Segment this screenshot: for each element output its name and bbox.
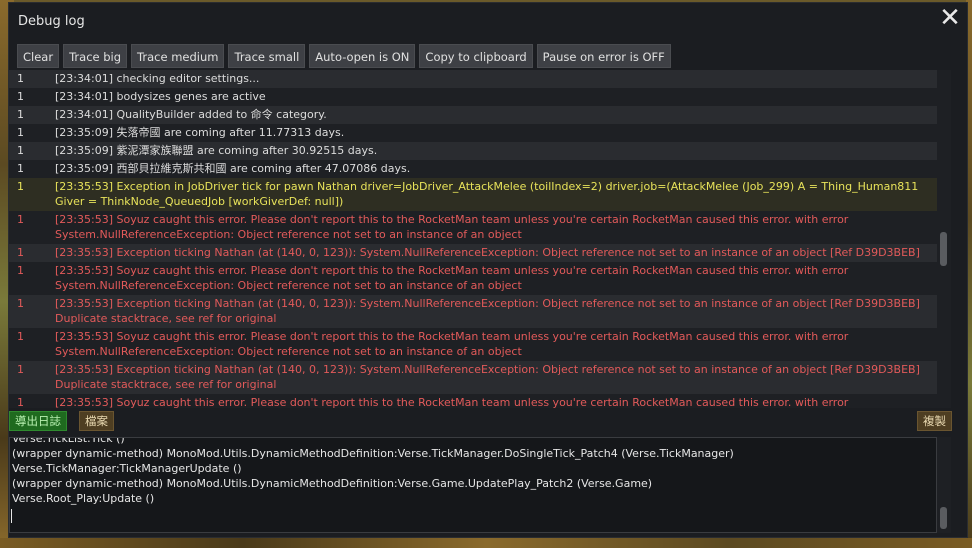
log-row[interactable]: 1 [23:34:01] QualityBuilder added to 命令 …: [9, 106, 937, 124]
log-count: 1: [17, 90, 24, 103]
stacktrace-line: (wrapper dynamic-method) MonoMod.Utils.D…: [12, 447, 734, 460]
log-row[interactable]: 1 [23:35:09] 西部貝拉維克斯共和國 are coming after…: [9, 160, 937, 178]
trace-small-button[interactable]: Trace small: [228, 44, 306, 68]
log-row[interactable]: 1 [23:34:01] bodysizes genes are active: [9, 88, 937, 106]
copy-button[interactable]: 複製: [917, 411, 952, 431]
log-count: 1: [17, 246, 24, 259]
file-button[interactable]: 檔案: [79, 411, 114, 431]
log-count: 1: [17, 264, 24, 277]
stacktrace-scrollbar-thumb[interactable]: [940, 507, 947, 529]
log-count: 1: [17, 180, 24, 193]
log-row[interactable]: 1 [23:35:53] Exception ticking Nathan (a…: [9, 361, 937, 394]
log-message: [23:35:09] 西部貝拉維克斯共和國 are coming after 4…: [55, 162, 411, 175]
action-bar: 導出日誌 檔案 複製: [9, 411, 952, 431]
log-message: [23:35:53] Exception ticking Nathan (at …: [55, 297, 920, 325]
log-message: [23:34:01] QualityBuilder added to 命令 ca…: [55, 108, 327, 121]
text-caret: [11, 509, 12, 523]
log-message: [23:34:01] bodysizes genes are active: [55, 90, 266, 103]
log-message: [23:35:53] Exception ticking Nathan (at …: [55, 246, 920, 259]
log-message: [23:35:09] 失落帝國 are coming after 11.7731…: [55, 126, 345, 139]
log-row[interactable]: 1 [23:35:53] Soyuz caught this error. Pl…: [9, 394, 937, 408]
log-message: [23:35:53] Exception in JobDriver tick f…: [55, 180, 919, 208]
log-count: 1: [17, 330, 24, 343]
log-count: 1: [17, 144, 24, 157]
window-title: Debug log: [18, 14, 85, 29]
log-message: [23:34:01] checking editor settings...: [55, 72, 260, 85]
log-row[interactable]: 1 [23:35:53] Soyuz caught this error. Pl…: [9, 328, 937, 361]
log-row[interactable]: 1 [23:35:53] Exception ticking Nathan (a…: [9, 295, 937, 328]
auto-open-toggle-button[interactable]: Auto-open is ON: [309, 44, 416, 68]
log-count: 1: [17, 297, 24, 310]
log-count: 1: [17, 126, 24, 139]
log-row-selected[interactable]: 1 [23:35:53] Exception in JobDriver tick…: [9, 178, 937, 211]
stacktrace-scrollbar[interactable]: [937, 437, 951, 533]
log-row[interactable]: 1 [23:35:53] Soyuz caught this error. Pl…: [9, 211, 937, 244]
log-message: [23:35:53] Soyuz caught this error. Plea…: [55, 330, 849, 358]
toolbar: Clear Trace big Trace medium Trace small…: [17, 44, 671, 68]
log-row[interactable]: 1 [23:35:53] Soyuz caught this error. Pl…: [9, 262, 937, 295]
stacktrace-text-area[interactable]: Verse.TickList:Tick () (wrapper dynamic-…: [9, 437, 937, 533]
log-row[interactable]: 1 [23:35:53] Exception ticking Nathan (a…: [9, 244, 937, 262]
stacktrace-line: Verse.Root_Play:Update (): [12, 492, 155, 505]
trace-big-button[interactable]: Trace big: [63, 44, 128, 68]
log-count: 1: [17, 162, 24, 175]
close-icon[interactable]: ✕: [937, 5, 963, 31]
log-list[interactable]: 1 [23:34:01] checking editor settings...…: [9, 70, 937, 408]
stacktrace-line: Verse.TickList:Tick (): [12, 437, 125, 445]
background-map-bottom: [0, 538, 972, 548]
pause-on-error-toggle-button[interactable]: Pause on error is OFF: [536, 44, 671, 68]
log-count: 1: [17, 72, 24, 85]
log-message: [23:35:09] 紫泥潭家族聯盟 are coming after 30.9…: [55, 144, 378, 157]
log-count: 1: [17, 396, 24, 408]
log-count: 1: [17, 363, 24, 376]
log-message: [23:35:53] Soyuz caught this error. Plea…: [55, 213, 849, 241]
log-row[interactable]: 1 [23:35:09] 失落帝國 are coming after 11.77…: [9, 124, 937, 142]
log-message: [23:35:53] Exception ticking Nathan (at …: [55, 363, 920, 391]
stacktrace-line: (wrapper dynamic-method) MonoMod.Utils.D…: [12, 477, 653, 490]
export-log-button[interactable]: 導出日誌: [9, 411, 67, 431]
log-row[interactable]: 1 [23:34:01] checking editor settings...: [9, 70, 937, 88]
log-row[interactable]: 1 [23:35:09] 紫泥潭家族聯盟 are coming after 30…: [9, 142, 937, 160]
clear-button[interactable]: Clear: [17, 44, 60, 68]
trace-medium-button[interactable]: Trace medium: [131, 44, 225, 68]
log-count: 1: [17, 213, 24, 226]
log-scrollbar[interactable]: [937, 70, 951, 408]
copy-to-clipboard-button[interactable]: Copy to clipboard: [419, 44, 533, 68]
stacktrace-line: Verse.TickManager:TickManagerUpdate (): [12, 462, 242, 475]
log-message: [23:35:53] Soyuz caught this error. Plea…: [55, 264, 849, 292]
log-message: [23:35:53] Soyuz caught this error. Plea…: [55, 396, 849, 408]
log-count: 1: [17, 108, 24, 121]
log-scrollbar-thumb[interactable]: [940, 232, 947, 266]
